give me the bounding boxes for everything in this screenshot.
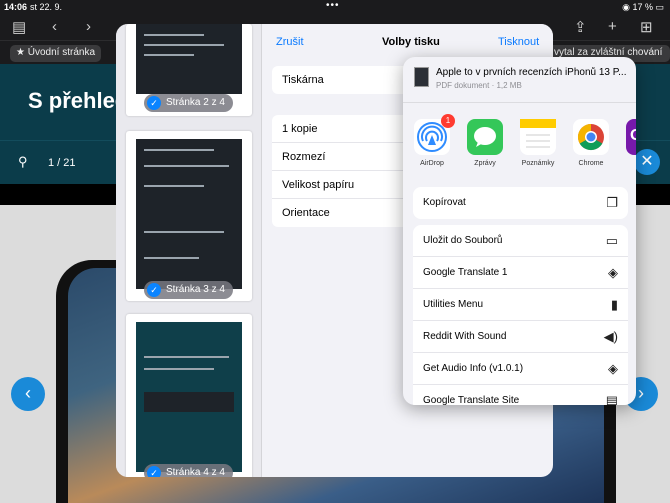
page-badge: ✓ Stránka 2 z 4 xyxy=(144,94,233,112)
share-file-header: Apple to v prvních recenzích iPhonů 13 P… xyxy=(403,57,636,103)
share-sheet: Apple to v prvních recenzích iPhonů 13 P… xyxy=(403,57,636,405)
pdf-page-indicator: 1 / 21 xyxy=(48,157,76,169)
document-icon: ▤ xyxy=(605,393,618,405)
chrome-icon xyxy=(573,119,609,155)
share-app-label: AirDrop xyxy=(420,160,444,167)
share-icon[interactable]: ⇪ xyxy=(574,18,587,36)
page-badge: ✓ Stránka 4 z 4 xyxy=(144,464,233,477)
page-badge: ✓ Stránka 3 z 4 xyxy=(144,281,233,299)
action-copy[interactable]: Kopírovat ❐ xyxy=(413,187,628,219)
notes-icon xyxy=(520,119,556,155)
clipboard-icon: ▮ xyxy=(610,297,618,312)
page-badge-label: Stránka 3 z 4 xyxy=(166,284,225,295)
action-label: Utilities Menu xyxy=(423,299,484,310)
page-preview xyxy=(136,139,242,289)
share-app-airdrop[interactable]: 1 AirDrop xyxy=(412,114,455,167)
share-app-label: Poznámky xyxy=(521,160,555,167)
page-preview xyxy=(136,24,242,94)
action-save-to-files[interactable]: Uložit do Souborů ▭ xyxy=(413,225,628,257)
page-thumbnail-2[interactable]: ✓ Stránka 2 z 4 xyxy=(126,24,252,116)
action-label: Google Translate 1 xyxy=(423,267,508,278)
status-time: 14:06 xyxy=(4,2,28,12)
share-file-meta: PDF dokument · 1,2 MB xyxy=(436,81,522,90)
share-file-name: Apple to v prvních recenzích iPhonů 13 P… xyxy=(436,67,626,78)
pdf-file-icon xyxy=(414,67,429,87)
share-app-messages[interactable]: Zprávy xyxy=(465,119,505,167)
action-label: Uložit do Souborů xyxy=(423,235,503,246)
multitasking-dots-icon[interactable]: ••• xyxy=(326,0,340,11)
action-label: Kopírovat xyxy=(423,197,466,208)
action-google-translate-site[interactable]: Google Translate Site ▤ xyxy=(413,385,628,405)
bookmark-home-label: Úvodní stránka xyxy=(27,47,96,58)
copy-icon: ❐ xyxy=(606,195,618,210)
sidebar-icon[interactable]: ▤ xyxy=(12,18,26,36)
battery-icon: ▭ xyxy=(655,2,664,12)
action-google-translate[interactable]: Google Translate 1 ◈ xyxy=(413,257,628,289)
page-preview xyxy=(136,322,242,472)
action-reddit-with-sound[interactable]: Reddit With Sound ◀) xyxy=(413,321,628,353)
action-label: Reddit With Sound xyxy=(423,331,507,342)
battery-label: 17 % xyxy=(632,2,653,12)
share-app-label: Chrome xyxy=(578,160,604,167)
back-icon[interactable]: ‹ xyxy=(52,18,57,35)
search-icon[interactable]: ⚲ xyxy=(18,154,28,170)
copy-group: Kopírovat ❐ xyxy=(413,187,628,219)
wifi-icon: ◉ xyxy=(622,2,630,12)
page-thumbnail-4[interactable]: ✓ Stránka 4 z 4 xyxy=(126,314,252,477)
action-get-audio-info[interactable]: Get Audio Info (v1.0.1) ◈ xyxy=(413,353,628,385)
action-label: Google Translate Site xyxy=(423,395,520,405)
page-badge-label: Stránka 2 z 4 xyxy=(166,97,225,108)
speaker-icon: ◀) xyxy=(603,329,618,344)
actions-group: Uložit do Souborů ▭ Google Translate 1 ◈… xyxy=(413,225,628,405)
share-app-chrome[interactable]: Chrome xyxy=(571,119,611,167)
share-app-label: Zprávy xyxy=(474,160,496,167)
status-battery: ◉ 17 % ▭ xyxy=(622,2,664,13)
onenote-icon: O xyxy=(626,119,636,155)
forward-icon[interactable]: › xyxy=(86,18,91,35)
status-date: st 22. 9. xyxy=(30,2,63,12)
checkmark-icon: ✓ xyxy=(147,283,161,297)
action-utilities-menu[interactable]: Utilities Menu ▮ xyxy=(413,289,628,321)
page-thumbnail-3[interactable]: ✓ Stránka 3 z 4 xyxy=(126,131,252,301)
new-tab-icon[interactable]: + xyxy=(608,18,617,35)
page-badge-label: Stránka 4 z 4 xyxy=(166,467,225,477)
tabs-icon[interactable]: ⊞ xyxy=(640,18,653,36)
layers-icon: ◈ xyxy=(608,361,618,376)
print-button[interactable]: Tisknout xyxy=(498,36,539,48)
star-icon: ★ xyxy=(16,47,25,58)
checkmark-icon: ✓ xyxy=(147,466,161,477)
share-app-onenote[interactable]: O xyxy=(624,119,636,155)
airdrop-icon: 1 xyxy=(414,114,455,155)
bookmark-home[interactable]: ★ Úvodní stránka xyxy=(10,45,102,62)
messages-icon xyxy=(467,119,503,155)
onenote-icon-letter: O xyxy=(630,127,636,145)
status-bar: 14:06 st 22. 9. ••• ◉ 17 % ▭ xyxy=(0,0,670,14)
close-icon[interactable]: ✕ xyxy=(634,149,660,175)
share-apps-row: 1 AirDrop Zprávy Poznámky Chrome xyxy=(403,114,636,177)
print-options-title: Volby tisku xyxy=(382,36,440,48)
page-title: S přehled xyxy=(28,88,129,113)
prev-page-button[interactable]: ‹ xyxy=(11,377,45,411)
notification-badge: 1 xyxy=(441,114,455,128)
folder-icon: ▭ xyxy=(605,233,618,248)
action-label: Get Audio Info (v1.0.1) xyxy=(423,363,524,374)
share-app-notes[interactable]: Poznámky xyxy=(518,119,558,167)
cancel-button[interactable]: Zrušit xyxy=(276,36,304,48)
page-thumbnails: ✓ Stránka 2 z 4 ✓ Stránka 3 z 4 ✓ Stránk… xyxy=(116,24,262,477)
layers-icon: ◈ xyxy=(608,265,618,280)
checkmark-icon: ✓ xyxy=(147,96,161,110)
